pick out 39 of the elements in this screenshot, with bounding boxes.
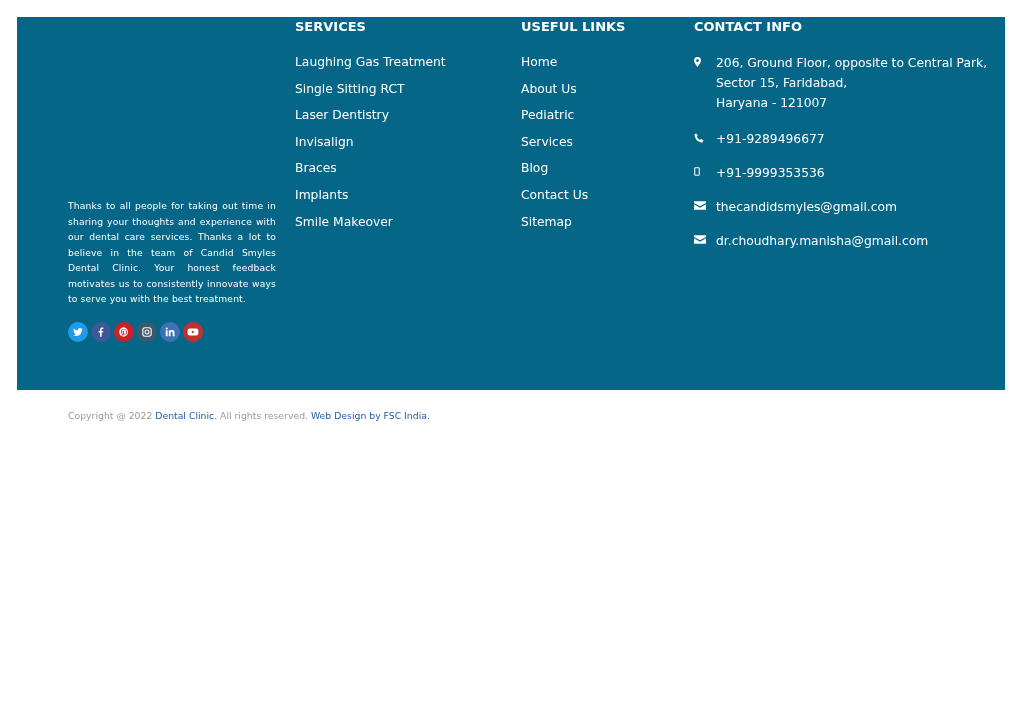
bird-icon[interactable]: [68, 321, 88, 342]
footer-link[interactable]: Services: [521, 132, 573, 151]
service-link[interactable]: Invisalign: [295, 132, 354, 151]
footer-link[interactable]: About Us: [521, 79, 577, 98]
service-link[interactable]: Laughing Gas Treatment: [295, 53, 446, 71]
email-link[interactable]: thecandidsmyles@gmail.com: [716, 197, 897, 217]
phone-number: +91-9999353536: [716, 165, 825, 182]
envelope-icon: [694, 201, 706, 210]
service-link[interactable]: Single Sitting RCT: [295, 79, 405, 98]
footer-link[interactable]: Contact Us: [521, 185, 589, 204]
column-heading: CONTACT INFO: [694, 18, 802, 36]
camera-icon[interactable]: [137, 321, 157, 342]
footer-link[interactable]: Blog: [521, 159, 549, 178]
map-pin-icon: [694, 57, 701, 67]
copyright-link[interactable]: Dental Clinic.: [155, 410, 218, 421]
service-link[interactable]: Implants: [295, 185, 349, 204]
email-link[interactable]: dr.choudhary.manisha@gmail.com: [716, 231, 929, 251]
service-link[interactable]: Smile Makeover: [295, 212, 393, 231]
phone-number: +91-9289496677: [716, 131, 825, 148]
p-letter-icon[interactable]: [114, 321, 134, 342]
address-line: Haryana - 121007: [716, 95, 829, 112]
address-line: Sector 15, Faridabad,: [716, 75, 849, 92]
footer-link[interactable]: Pediatric: [521, 106, 575, 125]
in-letters-icon[interactable]: [160, 321, 180, 342]
play-icon[interactable]: [183, 321, 203, 342]
footer-link[interactable]: Home: [521, 53, 558, 71]
column-heading: USEFUL LINKS: [521, 18, 626, 36]
envelope-icon: [694, 235, 706, 244]
copyright-text: Copyright @ 2022 Dental Clinic. All rights reserved. Web Design by FSC India.: [68, 410, 431, 421]
copyright-link[interactable]: Web Design by FSC India.: [310, 410, 430, 421]
about-paragraph: Thanks to all people for taking out time in sharing your thoughts and experience with our dental care services. Thanks a lot to believe in the team of Candid Smyles Dental Clinic. Your honest feedback motivates us to consistently innovate ways to serve you with the best treatment.: [68, 199, 276, 306]
column-heading: SERVICES: [295, 18, 366, 36]
footer-link[interactable]: Sitemap: [521, 212, 572, 231]
address-line: 206, Ground Floor, opposite to Central Park,: [716, 55, 988, 72]
phone-icon: [694, 133, 704, 143]
mobile-phone-icon: [694, 167, 700, 176]
f-letter-icon[interactable]: [91, 321, 111, 342]
service-link[interactable]: Laser Dentistry: [295, 106, 389, 125]
service-link[interactable]: Braces: [295, 159, 337, 178]
